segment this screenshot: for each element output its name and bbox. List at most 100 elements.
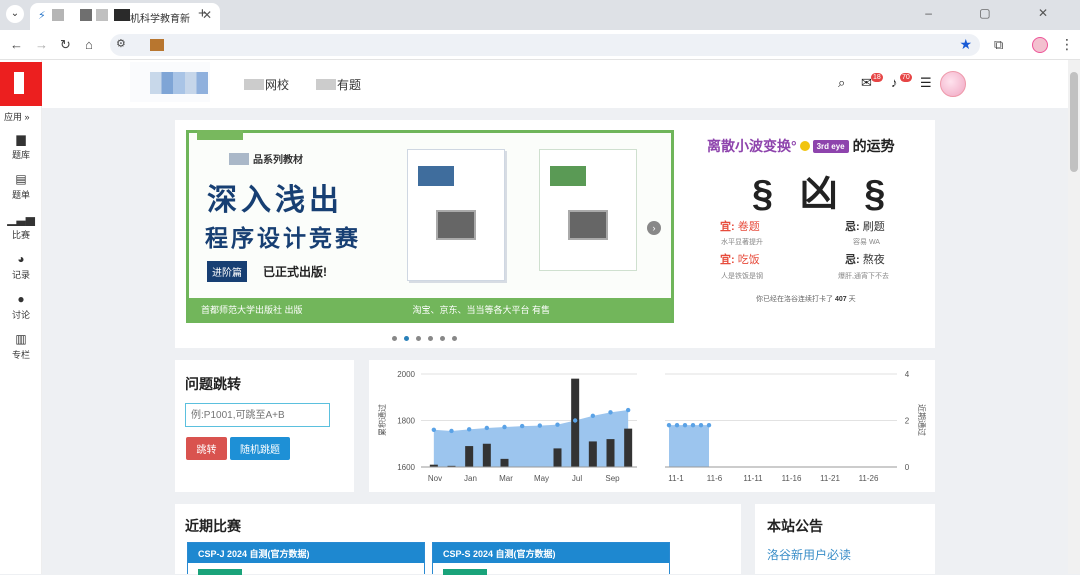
x-tick-label: 11-21	[820, 474, 840, 483]
x-tick-label: Nov	[428, 474, 442, 483]
y-tick-label: 2000	[397, 370, 415, 379]
verified-badge-icon	[799, 141, 810, 151]
back-icon[interactable]: ←	[10, 37, 23, 52]
fortune-bad-2: 忌: 熬夜	[845, 254, 885, 266]
sidebar-item-label: 讨论	[11, 310, 30, 320]
fortune-good-1: 宜: 卷题	[720, 221, 760, 233]
redacted-block	[52, 9, 64, 21]
nav-item-youti[interactable]: 有题	[316, 76, 361, 93]
site-logo[interactable]	[0, 62, 42, 106]
fortune-bad-2-desc: 爆肝,通宵下不去	[838, 273, 889, 280]
fortune-title-suffix: 的运势	[852, 138, 895, 154]
fortune-username[interactable]: 离散小波变换°	[707, 138, 797, 154]
redacted-block	[150, 39, 164, 51]
cumulative-point	[537, 423, 543, 428]
banner-volume-pill: 进阶篇	[207, 261, 247, 282]
x-tick-label: May	[534, 474, 549, 483]
profile-avatar[interactable]	[1032, 37, 1048, 53]
columns-book-icon: ▥	[15, 332, 27, 346]
cumulative-point	[466, 427, 472, 432]
contest-card[interactable]: CSP-J 2024 自测(官方数据)	[187, 542, 425, 575]
redacted-block	[316, 79, 336, 90]
cumulative-area	[433, 410, 629, 467]
monthly-bar	[465, 446, 474, 467]
cumulative-point	[608, 410, 613, 415]
sidebar-item-label: 记录	[11, 270, 30, 280]
carousel-dot[interactable]	[440, 336, 445, 341]
cumulative-point	[519, 423, 525, 429]
sidebar-item-label: 题单	[11, 190, 30, 200]
carousel-slide[interactable]: 品系列教材 深入浅出 程序设计竞赛 进阶篇 已正式出版! › 首都师范大学出版社…	[186, 130, 674, 323]
carousel-dots[interactable]	[392, 328, 464, 346]
pie-chart-icon: ◕	[17, 252, 25, 266]
sidebar-item-label: 题库	[11, 150, 30, 160]
carousel-dot[interactable]	[428, 336, 433, 341]
contest-name: CSP-J 2024 自测(官方数据)	[188, 543, 424, 563]
cumulative-point	[484, 425, 490, 431]
window-controls[interactable]: – ▢ ✕	[925, 6, 1070, 20]
recent-contests-card: 近期比赛 CSP-J 2024 自测(官方数据) CSP-S 2024 自测(官…	[175, 504, 741, 575]
page-scrollbar[interactable]	[1068, 60, 1080, 574]
sidebar-item-contests[interactable]: ▁▃▅ 比赛	[0, 212, 42, 241]
reload-icon[interactable]: ↻	[60, 37, 71, 53]
x-tick-label: 11-11	[743, 474, 763, 483]
carousel-dot[interactable]	[452, 336, 457, 341]
sidebar-item-blog[interactable]: ▥ 专栏	[0, 332, 42, 361]
extensions-icon[interactable]: ⧉	[994, 37, 1003, 53]
x-tick-label: Jan	[464, 474, 477, 483]
monthly-bar	[571, 378, 580, 467]
monthly-bar	[588, 441, 597, 467]
banner-headline: 深入浅出	[207, 183, 343, 218]
sidebar-item-discuss[interactable]: ● 讨论	[0, 292, 42, 321]
banner-series: 品系列教材	[253, 155, 303, 166]
sidebar-item-label: 比赛	[11, 230, 30, 240]
tab-search-button[interactable]: ⌄	[6, 5, 24, 23]
browser-menu-icon[interactable]: ⋮	[1060, 36, 1074, 53]
x-tick-label: Jul	[572, 474, 582, 483]
cumulative-point	[431, 427, 437, 432]
announcement-title: 本站公告	[767, 518, 823, 534]
settings-sliders-icon[interactable]: ☰	[920, 75, 932, 91]
home-icon[interactable]: ⌂	[85, 37, 93, 52]
new-tab-button[interactable]: +	[198, 5, 207, 22]
tab-title: 机科学教育新	[130, 14, 190, 25]
cumulative-point	[590, 413, 596, 419]
carousel-dot[interactable]	[416, 336, 421, 341]
banner-subheadline: 程序设计竞赛	[205, 226, 361, 252]
recent-point	[690, 422, 696, 428]
x-tick-label: Sep	[605, 474, 620, 483]
sidebar-item-problems[interactable]: ▆ 题库	[0, 132, 42, 161]
user-avatar[interactable]	[940, 71, 966, 97]
bookmark-star-icon[interactable]: ★	[959, 36, 972, 53]
carousel-dot[interactable]	[404, 336, 409, 341]
bell-icon[interactable]: ♪	[891, 75, 898, 90]
contest-card[interactable]: CSP-S 2024 自测(官方数据)	[432, 542, 670, 575]
problem-id-input[interactable]	[185, 403, 330, 427]
search-icon[interactable]: ⌕	[838, 75, 845, 91]
site-info-icon[interactable]: ⚙	[116, 37, 126, 50]
redacted-block	[114, 9, 130, 21]
recent-point	[682, 422, 688, 428]
monthly-bar	[482, 443, 491, 467]
redacted-block	[96, 9, 108, 21]
banner-published-text: 已正式出版!	[263, 265, 327, 279]
sidebar-item-records[interactable]: ◕ 记录	[0, 252, 42, 281]
apps-toggle[interactable]: 应用 »	[4, 110, 30, 123]
y-tick-label: 2	[905, 417, 910, 426]
recent-point	[674, 422, 680, 428]
jump-button[interactable]: 跳转	[186, 437, 227, 460]
forward-icon[interactable]: →	[35, 37, 48, 52]
sidebar-item-training[interactable]: ▤ 题单	[0, 172, 42, 201]
brand-logo[interactable]	[150, 72, 208, 94]
address-bar[interactable]: ⚙ ★	[110, 34, 980, 56]
recent-point	[706, 422, 712, 428]
carousel-next-icon[interactable]: ›	[647, 221, 661, 235]
redacted-block	[80, 9, 92, 21]
random-problem-button[interactable]: 随机跳题	[230, 437, 290, 460]
browser-tab[interactable]: ⚡ 机科学教育新 ✕	[30, 3, 220, 30]
stats-chart-card: 1600 1800 2000 Nov Jan Mar May Jul Sep 累积通过 0 2 4 11-…	[369, 360, 935, 492]
nav-item-school[interactable]: 网校	[244, 76, 289, 93]
announcement-link[interactable]: 洛谷新用户必读	[767, 546, 851, 563]
carousel-dot[interactable]	[392, 336, 397, 341]
sidebar: 应用 » ▆ 题库 ▤ 题单 ▁▃▅ 比赛 ◕ 记录 ● 讨论 ▥ 专栏	[0, 60, 42, 574]
